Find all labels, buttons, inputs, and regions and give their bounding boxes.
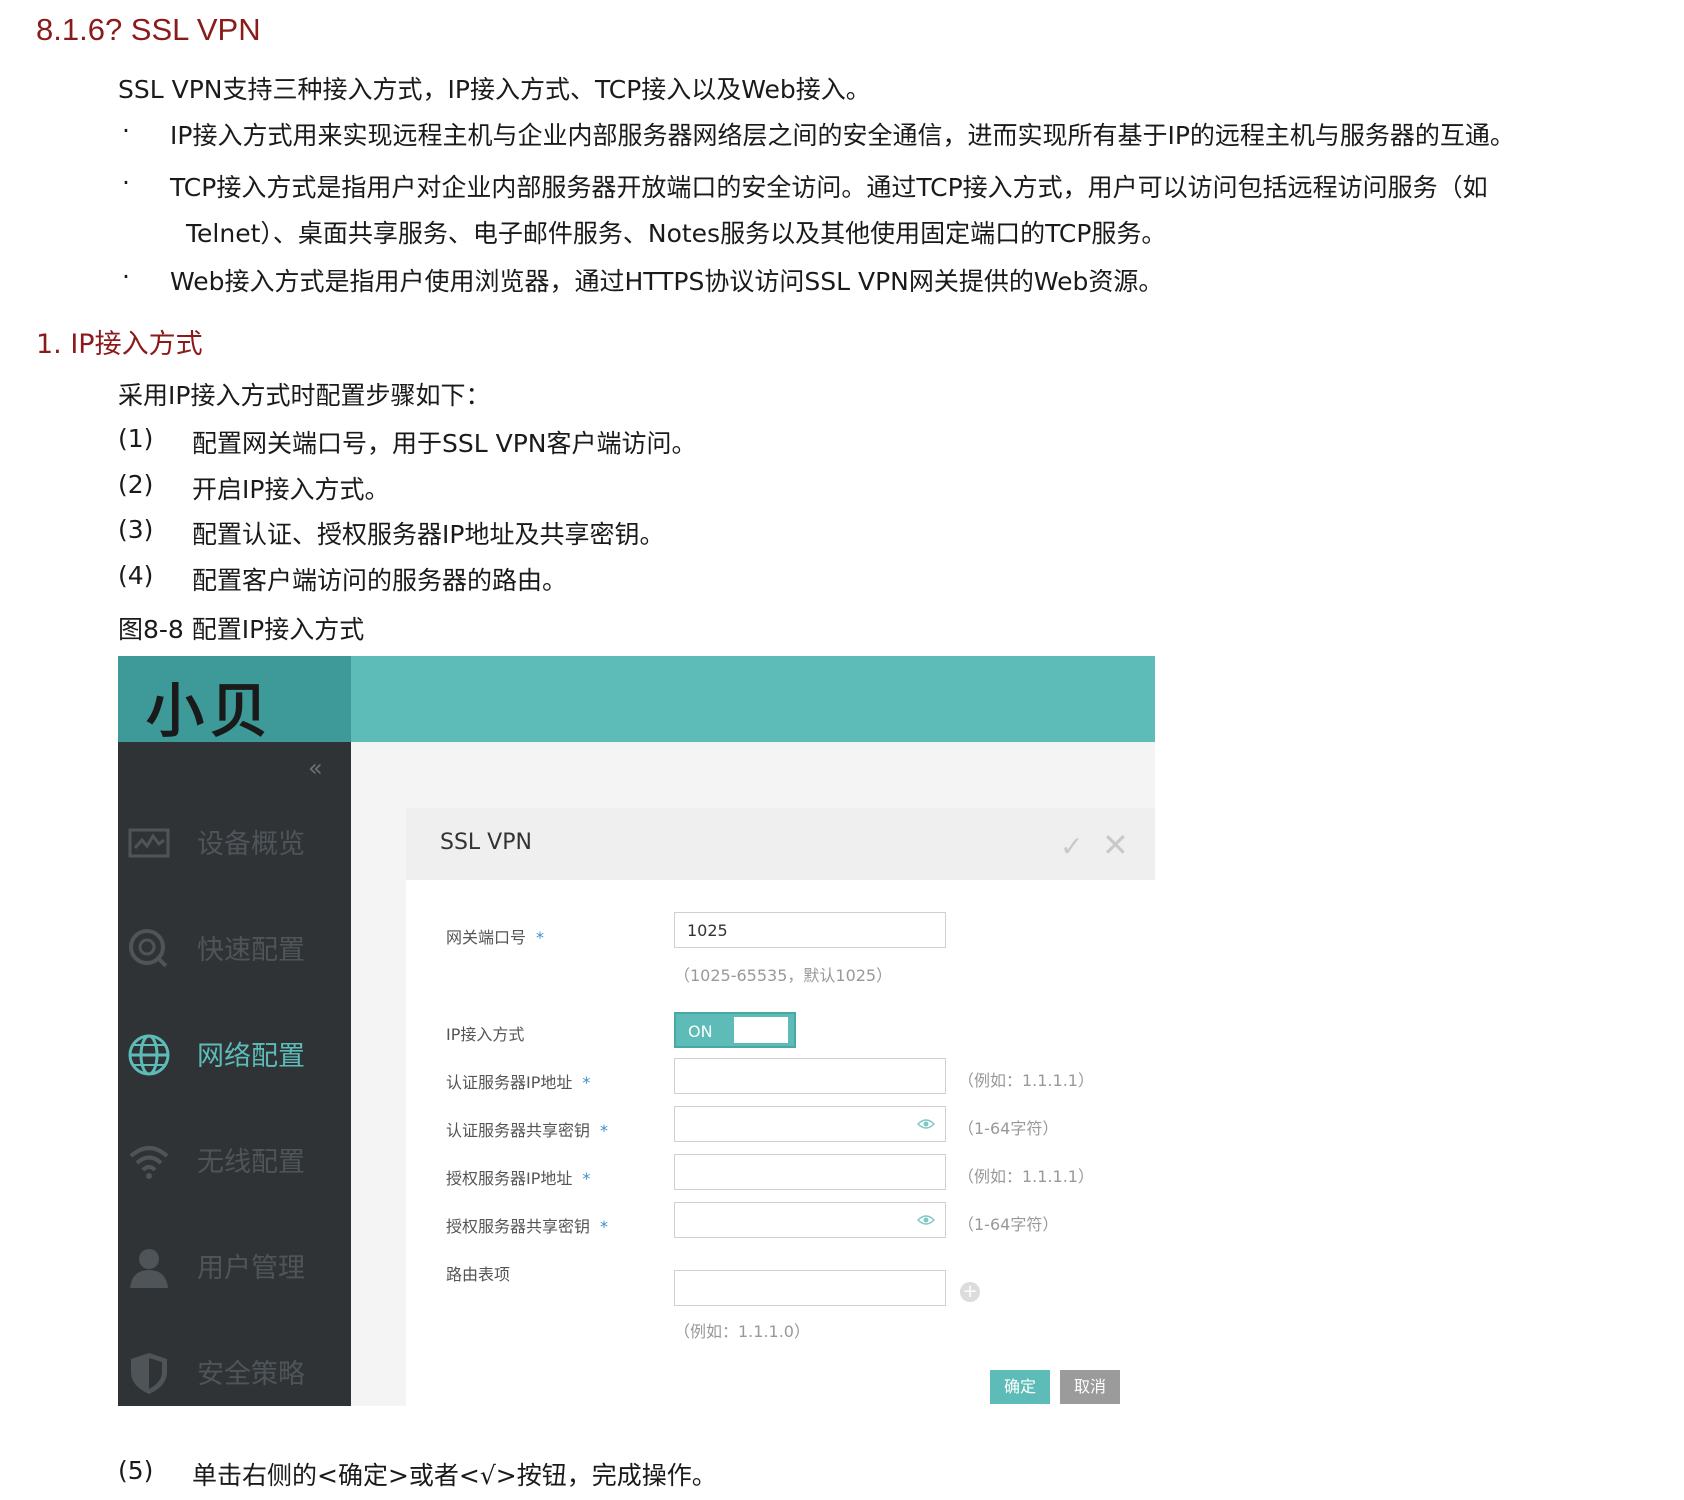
- gateway-port-input[interactable]: 1025: [674, 912, 946, 948]
- eye-icon[interactable]: [917, 1214, 935, 1226]
- panel-header: SSL VPN ✓ ✕: [406, 808, 1155, 880]
- required-marker: *: [600, 1217, 609, 1236]
- toggle-knob: [734, 1017, 788, 1043]
- required-marker: *: [582, 1073, 591, 1092]
- monitor-chart-icon: [128, 828, 170, 858]
- auth-server-ip-input[interactable]: [674, 1058, 946, 1094]
- logo-box: 小贝: [118, 656, 351, 745]
- route-entry-label: 路由表项: [446, 1265, 511, 1284]
- label-text: 授权服务器共享密钥: [446, 1217, 591, 1236]
- figure-screenshot: 小贝 « 设备概览 快速配置 网络配置 无线配置 用户管理 安全策略 SSL V…: [118, 656, 1155, 1406]
- bullet-web-text: Web接入方式是指用户使用浏览器，通过HTTPS协议访问SSL VPN网关提供的…: [170, 267, 1164, 296]
- ssl-vpn-panel: SSL VPN ✓ ✕ 网关端口号 * 1025 （1025-65535，默认10…: [406, 808, 1155, 1406]
- sidebar-item-label: 快速配置: [197, 935, 305, 966]
- globe-icon: [128, 1034, 170, 1076]
- sidebar-item-label: 无线配置: [197, 1147, 305, 1178]
- label-text: 认证服务器共享密钥: [446, 1121, 591, 1140]
- sidebar-item-label: 网络配置: [197, 1041, 305, 1072]
- auth-server-key-hint: （1-64字符）: [958, 1119, 1059, 1138]
- subheading: 1. IP接入方式: [36, 329, 203, 360]
- collapse-sidebar-button[interactable]: «: [308, 754, 323, 782]
- gateway-port-hint: （1025-65535，默认1025）: [674, 966, 893, 985]
- add-route-icon[interactable]: +: [960, 1282, 980, 1302]
- intro-paragraph: SSL VPN支持三种接入方式，IP接入方式、TCP接入以及Web接入。: [118, 75, 871, 104]
- input-value: 1025: [687, 921, 728, 940]
- step-text: 单击右侧的<确定>或者<√>按钮，完成操作。: [192, 1461, 717, 1490]
- confirm-check-icon[interactable]: ✓: [1060, 830, 1083, 863]
- route-entry-input[interactable]: [674, 1270, 946, 1306]
- auth-server-ip-hint: （例如：1.1.1.1）: [958, 1071, 1094, 1090]
- sidebar-item-device-overview[interactable]: 设备概览: [118, 812, 351, 872]
- sidebar-item-user-management[interactable]: 用户管理: [118, 1236, 351, 1296]
- step-number: (1): [118, 424, 154, 453]
- step-number: (5): [118, 1456, 154, 1485]
- auth-server-key-label: 认证服务器共享密钥 *: [446, 1117, 608, 1141]
- close-icon[interactable]: ✕: [1102, 826, 1129, 864]
- step-number: (2): [118, 470, 154, 499]
- ok-button[interactable]: 确定: [990, 1370, 1050, 1404]
- cancel-button[interactable]: 取消: [1060, 1370, 1120, 1404]
- step-text: 配置客户端访问的服务器的路由。: [192, 566, 568, 595]
- bullet-dot: ·: [122, 116, 130, 145]
- sidebar-item-label: 安全策略: [197, 1359, 305, 1390]
- steps-intro: 采用IP接入方式时配置步骤如下：: [118, 381, 491, 410]
- panel-title: SSL VPN: [440, 830, 532, 855]
- bullet-dot: ·: [122, 168, 130, 197]
- authz-server-ip-label: 授权服务器IP地址 *: [446, 1165, 590, 1189]
- ip-access-toggle[interactable]: ON: [674, 1012, 796, 1048]
- label-text: 网关端口号: [446, 928, 527, 947]
- sidebar-item-security-policy[interactable]: 安全策略: [118, 1342, 351, 1402]
- bullet-ip-text: IP接入方式用来实现远程主机与企业内部服务器网络层之间的安全通信，进而实现所有基…: [170, 121, 1515, 150]
- required-marker: *: [600, 1121, 609, 1140]
- sidebar-item-label: 设备概览: [197, 829, 305, 860]
- gateway-port-label: 网关端口号 *: [446, 924, 544, 948]
- sidebar-item-quick-config[interactable]: 快速配置: [118, 918, 351, 978]
- figure-caption: 图8-8 配置IP接入方式: [118, 615, 365, 644]
- required-marker: *: [536, 928, 545, 947]
- step-number: (4): [118, 561, 154, 590]
- authz-server-ip-input[interactable]: [674, 1154, 946, 1190]
- auth-server-ip-label: 认证服务器IP地址 *: [446, 1069, 590, 1093]
- authz-server-key-hint: （1-64字符）: [958, 1215, 1059, 1234]
- quick-config-icon: [129, 929, 168, 968]
- bullet-tcp-text-line1: TCP接入方式是指用户对企业内部服务器开放端口的安全访问。通过TCP接入方式，用…: [170, 173, 1488, 202]
- authz-server-key-label: 授权服务器共享密钥 *: [446, 1213, 608, 1237]
- step-number: (3): [118, 515, 154, 544]
- sidebar-item-label: 用户管理: [197, 1253, 305, 1284]
- bullet-tcp-text-line2: Telnet）、桌面共享服务、电子邮件服务、Notes服务以及其他使用固定端口的…: [186, 219, 1167, 248]
- route-entry-hint: （例如：1.1.1.0）: [674, 1322, 810, 1341]
- sidebar-item-network-config[interactable]: 网络配置: [118, 1024, 351, 1084]
- step-text: 配置认证、授权服务器IP地址及共享密钥。: [192, 520, 665, 549]
- authz-server-ip-hint: （例如：1.1.1.1）: [958, 1167, 1094, 1186]
- eye-icon[interactable]: [917, 1118, 935, 1130]
- wifi-icon: [129, 1146, 169, 1179]
- sidebar-item-wireless-config[interactable]: 无线配置: [118, 1130, 351, 1190]
- ip-access-label: IP接入方式: [446, 1025, 525, 1044]
- label-text: 授权服务器IP地址: [446, 1169, 573, 1188]
- auth-server-key-input[interactable]: [674, 1106, 946, 1142]
- label-text: 认证服务器IP地址: [446, 1073, 573, 1092]
- toggle-state: ON: [688, 1022, 713, 1041]
- user-icon: [130, 1249, 168, 1288]
- required-marker: *: [582, 1169, 591, 1188]
- step-text: 配置网关端口号，用于SSL VPN客户端访问。: [192, 429, 697, 458]
- bullet-dot: ·: [122, 262, 130, 291]
- shield-icon: [131, 1353, 167, 1394]
- section-heading: 8.1.6? SSL VPN: [36, 12, 261, 47]
- logo: 小贝: [146, 677, 275, 745]
- authz-server-key-input[interactable]: [674, 1202, 946, 1238]
- step-text: 开启IP接入方式。: [192, 475, 390, 504]
- sidebar: « 设备概览 快速配置 网络配置 无线配置 用户管理 安全策略: [118, 742, 351, 1406]
